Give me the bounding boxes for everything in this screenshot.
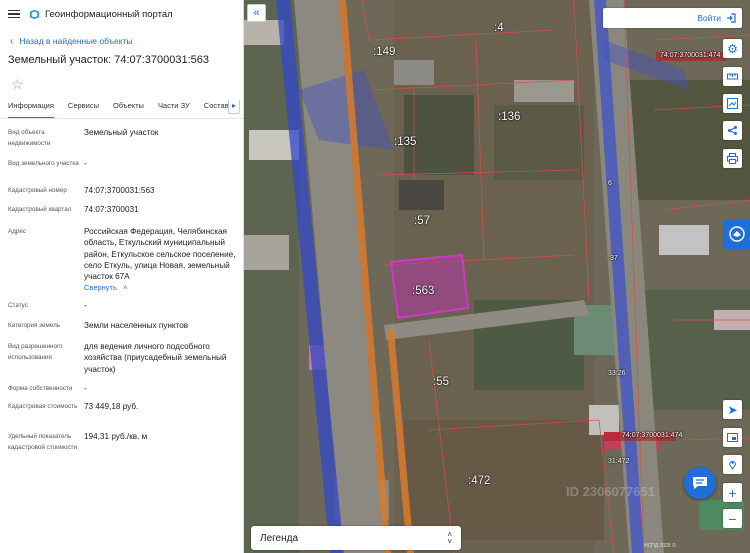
double-chevron-left-icon[interactable]: « [247, 4, 266, 22]
attribute-label: Вид объекта недвижимости [8, 129, 51, 147]
attributes-list: Вид объекта недвижимости Земельный участ… [0, 127, 243, 463]
layers-icon[interactable] [723, 428, 742, 447]
attribute-row: Кадастровая стоимость 73 449,18 руб. [0, 401, 243, 431]
attribute-row: Статус - [0, 300, 243, 320]
attribute-value: 194,31 руб./кв. м [84, 432, 148, 441]
star-icon[interactable]: ☆ [11, 76, 243, 92]
image-edit-icon[interactable] [723, 94, 742, 113]
back-to-results-link[interactable]: ‹ Назад в найденные объекты [10, 35, 243, 47]
parcel-label[interactable]: :55 [433, 376, 449, 388]
layers-panel-icon [728, 226, 745, 242]
attribute-row: Категория земель Земли населенных пункто… [0, 320, 243, 341]
attribute-label: Категория земель [8, 322, 61, 329]
attribute-value-group: Российская Федерация, Челябинская област… [84, 226, 236, 300]
legend-label: Легенда [260, 532, 299, 544]
back-link-label: Назад в найденные объекты [19, 36, 133, 46]
attribute-label: Адрес [8, 228, 27, 235]
attribute-row: Форма собственности - [0, 383, 243, 401]
map-copyright: НСПД 2025 © [644, 543, 676, 549]
tab-parts[interactable]: Части ЗУ [158, 100, 190, 118]
attribute-label: Вид разрешенного использования [8, 343, 63, 361]
parcel-small-label: 37 [610, 255, 618, 262]
burger-menu-icon[interactable] [8, 9, 20, 19]
attribute-value: для ведения личного подсобного хозяйства… [84, 342, 227, 374]
login-button[interactable]: Войти [603, 8, 742, 28]
tab-services[interactable]: Сервисы [68, 100, 99, 118]
map-view[interactable]: :149 :4 :136 :135 :57 :563 :55 :472 74:0… [244, 0, 750, 553]
app-header: Геоинформационный портал [0, 0, 243, 28]
legend-dropdown[interactable]: Легенда ˄ ˅ [251, 526, 461, 550]
attribute-value: 74:07:3700031:563 [84, 186, 155, 195]
attribute-row: Кадастровый квартал 74:07:3700031 [0, 204, 243, 226]
collapse-address-link[interactable]: Свернуть ˄ [84, 283, 236, 292]
gear-icon[interactable]: ⚙ [723, 39, 742, 58]
parcel-small-label: 31:472 [608, 458, 630, 465]
portal-title[interactable]: Геоинформационный портал [45, 9, 173, 20]
map-watermark: ID 2306077651 [566, 484, 655, 499]
attribute-label: Кадастровый квартал [8, 206, 72, 213]
tab-information[interactable]: Информация [8, 100, 54, 118]
print-icon[interactable] [723, 149, 742, 168]
login-label: Войти [697, 13, 721, 23]
locate-icon[interactable]: ➤ [723, 400, 742, 419]
login-icon [727, 13, 736, 23]
attribute-value: Земли населенных пунктов [84, 321, 189, 330]
attribute-value: - [84, 384, 87, 393]
attribute-row: Вид разрешенного использования для веден… [0, 341, 243, 383]
tabs-scroll-right-button[interactable]: ▸ [228, 100, 240, 114]
ruler-icon[interactable] [723, 67, 742, 86]
parcel-small-label: 6 [608, 180, 612, 187]
quarter-label: 74:07:3700031:474 [622, 432, 683, 439]
collapse-label: Свернуть [84, 283, 117, 293]
attribute-row: Вид объекта недвижимости Земельный участ… [0, 127, 243, 158]
zoom-out-icon[interactable]: − [723, 509, 742, 528]
map-side-panel-toggle[interactable] [723, 219, 750, 249]
attribute-label: Кадастровый номер [8, 187, 67, 194]
attribute-label: Удельный показатель кадастровой стоимост… [8, 433, 78, 451]
parcel-label[interactable]: :149 [373, 46, 395, 58]
satellite-imagery [244, 0, 750, 553]
chevron-updown-icon: ˄ ˅ [447, 530, 452, 546]
attribute-value: 74:07:3700031 [84, 205, 139, 214]
share-icon[interactable] [723, 121, 742, 140]
parcel-label[interactable]: :4 [494, 22, 504, 34]
attribute-label: Вид земельного участка [8, 160, 79, 167]
chat-icon[interactable] [684, 467, 716, 499]
chevron-up-icon: ˄ [119, 283, 128, 293]
location-pin-icon[interactable] [723, 455, 742, 474]
attribute-value: 73 449,18 руб. [84, 402, 139, 411]
object-tabs: Информация Сервисы Объекты Части ЗУ Сост… [0, 100, 243, 119]
portal-logo-icon[interactable] [29, 9, 40, 20]
parcel-label[interactable]: :57 [414, 215, 430, 227]
attribute-row: Кадастровый номер 74:07:3700031:563 [0, 185, 243, 204]
attribute-label: Форма собственности [8, 385, 73, 392]
attribute-value: Земельный участок [84, 128, 159, 137]
attribute-row-address: Адрес Российская Федерация, Челябинская … [0, 226, 243, 300]
attribute-row: Удельный показатель кадастровой стоимост… [0, 431, 243, 463]
object-title: Земельный участок: 74:07:3700031:563 [8, 54, 210, 66]
parcel-label[interactable]: :472 [468, 475, 490, 487]
attribute-label: Статус [8, 302, 28, 309]
tab-objects[interactable]: Объекты [113, 100, 144, 118]
chevron-left-icon: ‹ [10, 35, 14, 47]
attribute-value: - [84, 159, 87, 168]
quarter-label: 74:07:3700031:474 [660, 52, 721, 59]
attribute-value: - [84, 301, 87, 310]
info-panel: Геоинформационный портал ‹ Назад в найде… [0, 0, 244, 553]
attribute-label: Кадастровая стоимость [8, 403, 78, 410]
selected-parcel-label[interactable]: :563 [412, 285, 434, 297]
parcel-small-label: 33:26 [608, 370, 626, 377]
app: Геоинформационный портал ‹ Назад в найде… [0, 0, 750, 553]
zoom-in-icon[interactable]: + [723, 483, 742, 502]
tab-composition[interactable]: Состав [204, 100, 229, 118]
parcel-label[interactable]: :135 [394, 136, 416, 148]
parcel-label[interactable]: :136 [498, 111, 520, 123]
address-value: Российская Федерация, Челябинская област… [84, 227, 236, 282]
attribute-row: Вид земельного участка - [0, 158, 243, 185]
